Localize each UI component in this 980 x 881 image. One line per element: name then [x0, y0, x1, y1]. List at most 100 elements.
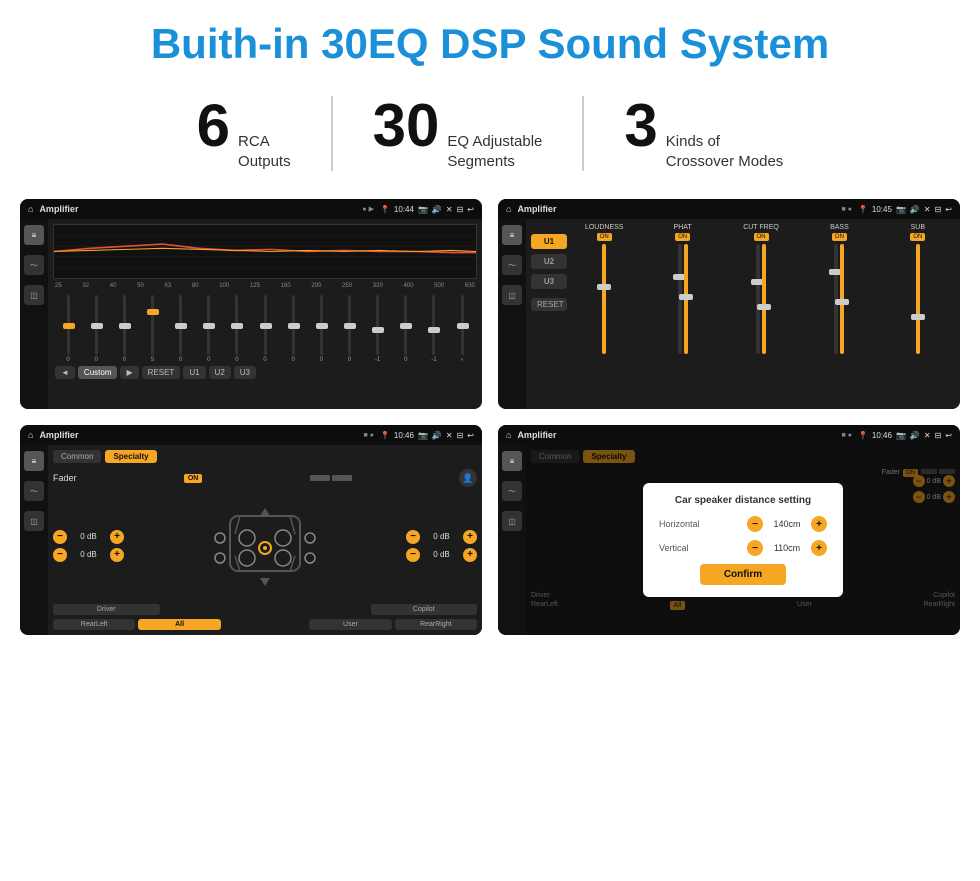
vol-row-bottomright: − 0 dB + — [406, 548, 477, 562]
stat-crossover: 3 Kinds of Crossover Modes — [584, 96, 823, 171]
user-btn[interactable]: User — [309, 619, 391, 630]
screen3-fader: Common Specialty Fader ON 👤 — [48, 445, 482, 635]
home-icon[interactable]: ⌂ — [28, 204, 33, 214]
eq-u3-btn[interactable]: U3 — [234, 366, 256, 379]
screenshots-grid: ⌂ Amplifier ● ▶ 📍 10:44 📷 🔊 ✕ ⊟ ↩ ≡ 〜 ◫ — [0, 189, 980, 655]
screen3-sidebar: ≡ 〜 ◫ — [20, 445, 48, 635]
stat-label-rca: RCA Outputs — [238, 132, 291, 171]
home-icon4[interactable]: ⌂ — [506, 430, 511, 440]
vol-minus-bl[interactable]: − — [53, 548, 67, 562]
horizontal-label: Horizontal — [659, 519, 700, 529]
horizontal-minus-btn[interactable]: − — [747, 516, 763, 532]
dialog-vertical-row: Vertical − 110cm + — [659, 540, 827, 556]
dialog-horizontal-row: Horizontal − 140cm + — [659, 516, 827, 532]
dialog-title: Car speaker distance setting — [659, 495, 827, 506]
stat-number-rca: 6 — [197, 96, 230, 156]
eq-graph — [53, 224, 477, 279]
vertical-plus-btn[interactable]: + — [811, 540, 827, 556]
stat-label-eq: EQ Adjustable Segments — [447, 132, 542, 171]
tab-specialty[interactable]: Specialty — [105, 450, 156, 463]
stat-eq: 30 EQ Adjustable Segments — [333, 96, 585, 171]
screen3-statusbar: ⌂ Amplifier ■ ● 📍 10:46 📷 🔊 ✕ ⊟ ↩ — [20, 425, 482, 445]
screen1-statusicons: 📍 10:44 📷 🔊 ✕ ⊟ ↩ — [380, 205, 474, 214]
vol-minus-tl[interactable]: − — [53, 530, 67, 544]
u1-preset-btn[interactable]: U1 — [531, 234, 567, 249]
vertical-value: 110cm — [767, 543, 807, 553]
copilot-btn[interactable]: Copilot — [371, 604, 478, 615]
sidebar3-wave-btn[interactable]: 〜 — [24, 481, 44, 501]
fader-on-toggle[interactable]: ON — [184, 474, 203, 483]
driver-btn[interactable]: Driver — [53, 604, 160, 615]
eq-slider-1: 0 — [55, 295, 81, 363]
home-icon2[interactable]: ⌂ — [506, 204, 511, 214]
screen3-container: ⌂ Amplifier ■ ● 📍 10:46 📷 🔊 ✕ ⊟ ↩ ≡ 〜 ◫ — [20, 425, 482, 635]
vertical-controls: − 110cm + — [747, 540, 827, 556]
sidebar2-eq-btn[interactable]: ≡ — [502, 225, 522, 245]
sidebar2-wave-btn[interactable]: 〜 — [502, 255, 522, 275]
home-icon3[interactable]: ⌂ — [28, 430, 33, 440]
eq-svg — [54, 225, 476, 278]
eq-sliders: 0 0 0 5 0 0 0 0 0 0 0 -1 0 -1 » — [53, 293, 477, 363]
fader-tabs: Common Specialty — [53, 450, 477, 463]
confirm-button[interactable]: Confirm — [700, 564, 786, 585]
vol-minus-br[interactable]: − — [406, 548, 420, 562]
sidebar-wave-btn[interactable]: 〜 — [24, 255, 44, 275]
tab-common[interactable]: Common — [53, 450, 101, 463]
eq-next-btn[interactable]: ▶ — [120, 366, 138, 379]
crossover-cutfreq: CUT FREQ ON — [724, 224, 798, 404]
vol-row-bottomleft: − 0 dB + — [53, 548, 124, 562]
stat-number-eq: 30 — [373, 96, 440, 156]
u3-preset-btn[interactable]: U3 — [531, 274, 567, 289]
eq-prev-btn[interactable]: ◄ — [55, 366, 75, 379]
spacer1 — [163, 604, 368, 615]
vol-value-bl: 0 dB — [71, 550, 106, 559]
sidebar2-speaker-btn[interactable]: ◫ — [502, 285, 522, 305]
sidebar4-wave-btn[interactable]: 〜 — [502, 481, 522, 501]
distance-dialog: Car speaker distance setting Horizontal … — [643, 483, 843, 597]
vol-plus-bl[interactable]: + — [110, 548, 124, 562]
crossover-loudness: LOUDNESS ON — [567, 224, 641, 404]
rearright-btn[interactable]: RearRight — [395, 619, 477, 630]
screen1-sidebar: ≡ 〜 ◫ — [20, 219, 48, 409]
eq-preset-btn[interactable]: Custom — [78, 366, 118, 379]
vertical-label: Vertical — [659, 543, 689, 553]
eq-u2-btn[interactable]: U2 — [209, 366, 231, 379]
vol-row-topleft: − 0 dB + — [53, 530, 124, 544]
vol-minus-tr[interactable]: − — [406, 530, 420, 544]
screen2-container: ⌂ Amplifier ■ ● 📍 10:45 📷 🔊 ✕ ⊟ ↩ ≡ 〜 ◫ … — [498, 199, 960, 409]
car-diagram-svg — [205, 496, 325, 596]
vol-plus-tr[interactable]: + — [463, 530, 477, 544]
fader-text: Fader — [53, 473, 77, 483]
screen2-crossover: U1 U2 U3 RESET LOUDNESS ON — [526, 219, 960, 409]
page-header: Buith-in 30EQ DSP Sound System — [0, 0, 980, 78]
sidebar3-speaker-btn[interactable]: ◫ — [24, 511, 44, 531]
screen2-statusbar: ⌂ Amplifier ■ ● 📍 10:45 📷 🔊 ✕ ⊟ ↩ — [498, 199, 960, 219]
vol-plus-br[interactable]: + — [463, 548, 477, 562]
vertical-minus-btn[interactable]: − — [747, 540, 763, 556]
stats-row: 6 RCA Outputs 30 EQ Adjustable Segments … — [0, 78, 980, 189]
fader-label-row: Fader ON 👤 — [53, 469, 477, 487]
eq-reset-btn[interactable]: RESET — [142, 366, 181, 379]
page-title: Buith-in 30EQ DSP Sound System — [10, 20, 970, 68]
sidebar3-eq-btn[interactable]: ≡ — [24, 451, 44, 471]
screen2-sidebar: ≡ 〜 ◫ — [498, 219, 526, 409]
fader-right-controls: − 0 dB + − 0 dB + — [406, 491, 477, 600]
eq-u1-btn[interactable]: U1 — [183, 366, 205, 379]
vol-value-tr: 0 dB — [424, 532, 459, 541]
fader-left-controls: − 0 dB + − 0 dB + — [53, 491, 124, 600]
screen2-appname: Amplifier — [517, 204, 835, 214]
screen1-eqcontent: 253240506380 100125160200250320 40050063… — [48, 219, 482, 409]
crossover-reset-btn[interactable]: RESET — [531, 298, 567, 311]
vol-plus-tl[interactable]: + — [110, 530, 124, 544]
horizontal-plus-btn[interactable]: + — [811, 516, 827, 532]
crossover-bass: BASS ON — [802, 224, 876, 404]
screen4-container: ⌂ Amplifier ■ ● 📍 10:46 📷 🔊 ✕ ⊟ ↩ ≡ 〜 ◫ — [498, 425, 960, 635]
screen1-container: ⌂ Amplifier ● ▶ 📍 10:44 📷 🔊 ✕ ⊟ ↩ ≡ 〜 ◫ — [20, 199, 482, 409]
sidebar4-speaker-btn[interactable]: ◫ — [502, 511, 522, 531]
sidebar-speaker-btn[interactable]: ◫ — [24, 285, 44, 305]
rearleft-btn[interactable]: RearLeft — [53, 619, 135, 630]
sidebar4-eq-btn[interactable]: ≡ — [502, 451, 522, 471]
all-btn[interactable]: All — [138, 619, 220, 630]
sidebar-eq-btn[interactable]: ≡ — [24, 225, 44, 245]
u2-preset-btn[interactable]: U2 — [531, 254, 567, 269]
